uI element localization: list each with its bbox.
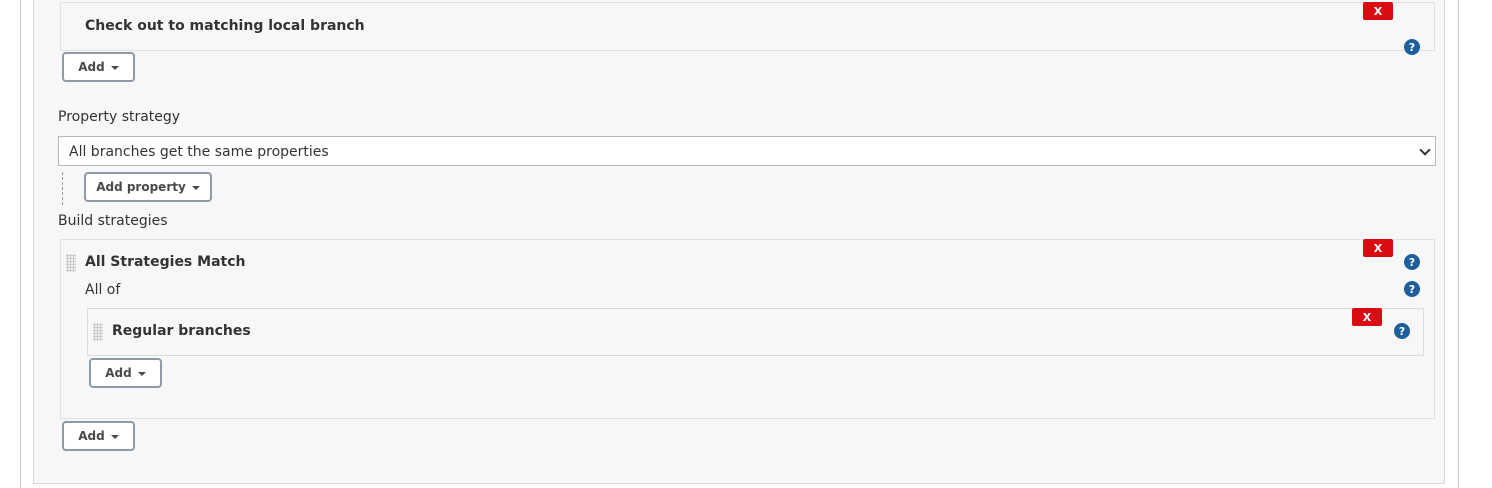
help-icon[interactable]: ? [1404,254,1420,270]
regular-branches-title: Regular branches [112,323,251,339]
add-property-label: Add property [96,180,186,194]
add-build-strategy-label: Add [78,429,105,443]
checkout-behaviour-title: Check out to matching local branch [85,18,365,34]
drag-handle[interactable] [66,254,76,272]
help-icon[interactable]: ? [1404,39,1420,55]
add-property-button[interactable]: Add property [84,172,212,202]
regular-branches-box [87,308,1424,356]
build-strategies-label: Build strategies [58,213,168,229]
all-of-label: All of [85,282,121,298]
help-icon[interactable]: ? [1394,323,1410,339]
caret-down-icon [110,65,119,70]
remove-all-strategies-button[interactable]: X [1363,239,1393,257]
add-behaviour-label: Add [78,60,105,74]
caret-down-icon [110,434,119,439]
remove-checkout-behaviour-button[interactable]: X [1363,2,1393,20]
caret-down-icon [191,185,200,190]
chevron-down-icon [1419,144,1431,156]
add-strategy-condition-button[interactable]: Add [89,358,162,388]
add-build-strategy-button[interactable]: Add [62,421,135,451]
all-strategies-match-title: All Strategies Match [85,254,246,270]
property-strategy-selected: All branches get the same properties [69,144,329,160]
property-strategy-label: Property strategy [58,109,181,125]
caret-down-icon [137,371,146,376]
remove-regular-branches-button[interactable]: X [1352,308,1382,326]
property-strategy-select[interactable]: All branches get the same properties [58,136,1436,166]
add-behaviour-button[interactable]: Add [62,52,135,82]
drag-handle[interactable] [93,323,103,341]
add-strategy-condition-label: Add [105,366,132,380]
property-divider [62,172,63,205]
help-icon[interactable]: ? [1404,281,1420,297]
